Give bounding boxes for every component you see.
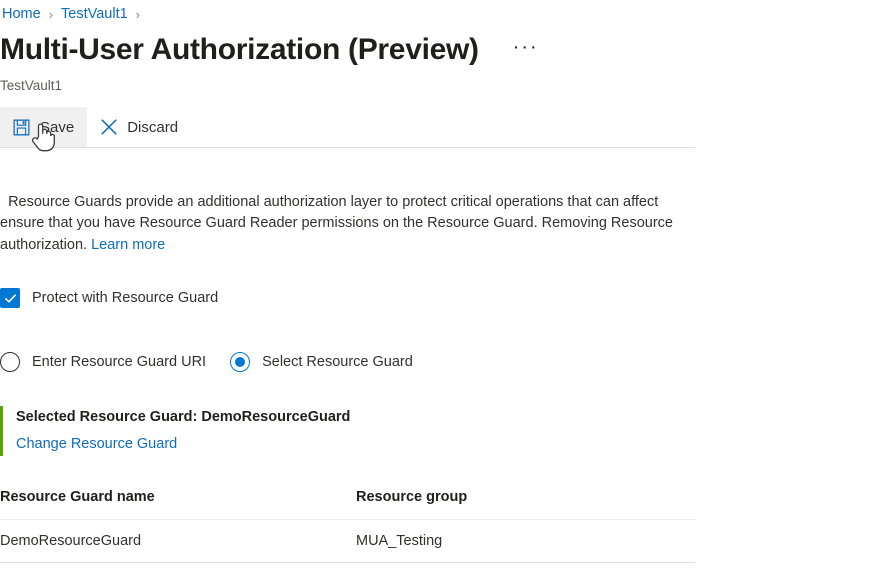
page-title: Multi-User Authorization (Preview) — [0, 33, 479, 66]
radio-selected-icon[interactable] — [230, 352, 251, 372]
checkmark-icon — [4, 293, 16, 303]
protect-with-resource-guard-label[interactable]: Protect with Resource Guard — [32, 290, 218, 306]
chevron-right-icon: › — [48, 6, 54, 22]
radio-enter-resource-guard-uri[interactable]: Enter Resource Guard URI — [0, 352, 206, 372]
cell-resource-group: MUA_Testing — [356, 519, 695, 563]
chevron-right-icon: › — [135, 6, 141, 22]
description-text: Resource Guards provide an additional au… — [0, 170, 695, 256]
radio-select-resource-guard[interactable]: Select Resource Guard — [230, 352, 413, 372]
learn-more-link[interactable]: Learn more — [91, 237, 165, 253]
breadcrumb: Home › TestVault1 › — [0, 0, 896, 25]
breadcrumb-item-testvault1[interactable]: TestVault1 — [61, 6, 128, 22]
resource-guard-table: Resource Guard name Resource group DemoR… — [0, 489, 695, 563]
table-header: Resource Guard name Resource group — [0, 489, 695, 520]
radio-enter-resource-guard-uri-label: Enter Resource Guard URI — [32, 354, 207, 370]
page-title-row: Multi-User Authorization (Preview) ··· — [0, 29, 896, 71]
change-resource-guard-link[interactable]: Change Resource Guard — [16, 434, 177, 454]
command-bar: Save Discard — [0, 107, 896, 148]
radio-select-resource-guard-label: Select Resource Guard — [262, 354, 413, 370]
discard-button-label: Discard — [127, 118, 179, 136]
column-header-resource-guard-name: Resource Guard name — [0, 489, 356, 520]
save-button-label: Save — [40, 118, 75, 136]
close-x-icon — [99, 118, 118, 137]
table-header-row: Resource Guard name Resource group — [0, 489, 695, 520]
table-row[interactable]: DemoResourceGuard MUA_Testing — [0, 519, 695, 563]
page-subtitle: TestVault1 — [0, 78, 63, 93]
more-options-icon[interactable]: ··· — [509, 36, 543, 64]
breadcrumb-item-home[interactable]: Home — [2, 6, 41, 22]
column-header-resource-group: Resource group — [356, 489, 695, 520]
radio-unselected-icon[interactable] — [0, 352, 20, 372]
protect-with-resource-guard-checkbox[interactable] — [0, 288, 20, 308]
command-bar-divider — [0, 147, 695, 148]
table-body: DemoResourceGuard MUA_Testing — [0, 519, 695, 563]
guard-mode-radio-group: Enter Resource Guard URI Select Resource… — [0, 349, 896, 375]
cell-resource-guard-name: DemoResourceGuard — [0, 519, 356, 563]
selected-resource-guard-title: Selected Resource Guard: DemoResourceGua… — [16, 409, 351, 425]
save-floppy-icon — [12, 118, 31, 137]
protect-with-resource-guard-row[interactable]: Protect with Resource Guard — [0, 285, 896, 311]
selected-resource-guard-panel: Selected Resource Guard: DemoResourceGua… — [0, 406, 682, 456]
discard-button[interactable]: Discard — [87, 107, 191, 147]
save-button[interactable]: Save — [0, 107, 88, 147]
